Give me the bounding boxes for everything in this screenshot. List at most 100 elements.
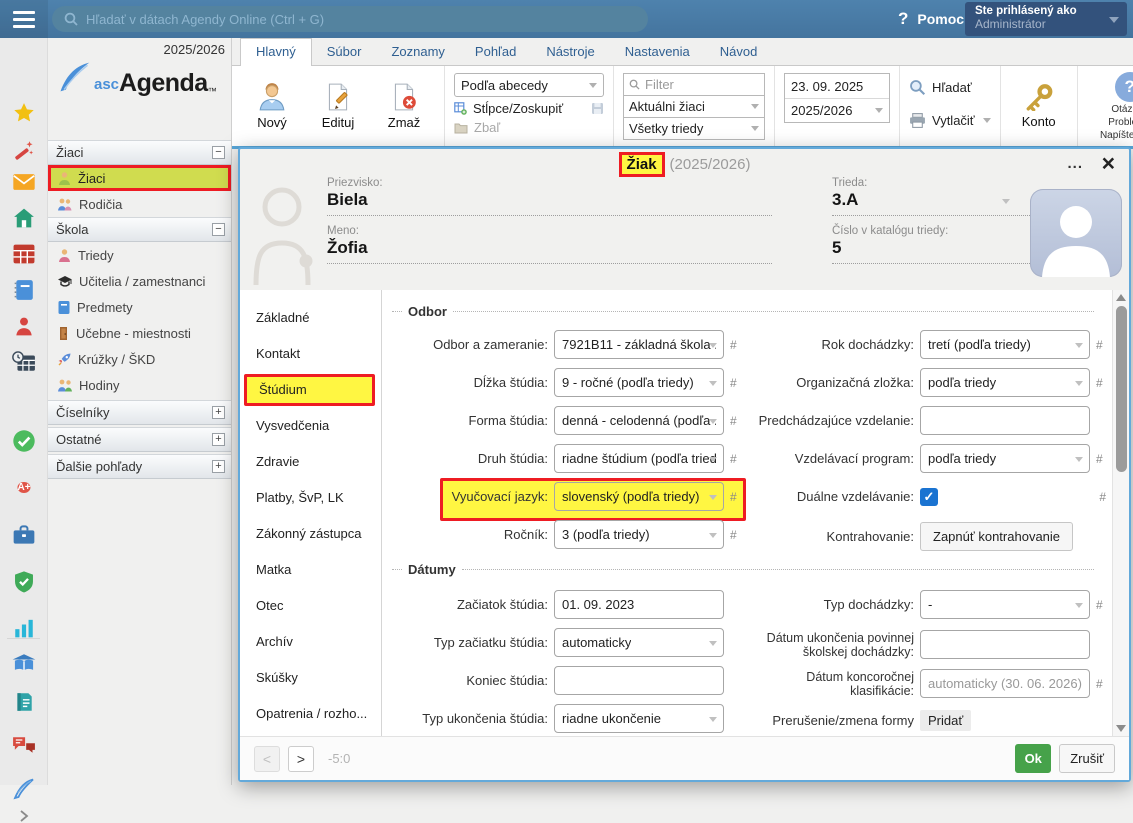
sidebar-item-predmety[interactable]: Predmety <box>48 294 231 320</box>
tab-studium[interactable]: Štúdium <box>244 374 375 406</box>
tree-group-ostatne[interactable]: Ostatné+ <box>48 427 231 452</box>
rocnik-select[interactable]: 3 (podľa triedy) <box>554 520 724 549</box>
global-search-input[interactable]: Hľadať v dátach Agendy Online (Ctrl + G) <box>52 6 648 32</box>
filter-input[interactable]: Filter <box>623 73 765 96</box>
messages-button[interactable] <box>13 173 36 191</box>
save-icon[interactable] <box>591 102 604 115</box>
home-button[interactable] <box>13 207 35 229</box>
odbor-a-zameranie-select[interactable]: 7921B11 - základná škola ... <box>554 330 724 359</box>
pridat-button[interactable]: Pridať <box>920 710 971 731</box>
menu-tab-navod[interactable]: Návod <box>705 39 773 65</box>
sidebar-item-triedy[interactable]: Triedy <box>48 242 231 268</box>
scroll-down-arrow[interactable] <box>1116 725 1126 732</box>
menu-tab-hlavny[interactable]: Hlavný <box>240 38 312 66</box>
typ-ukoncenia-studia-select[interactable]: riadne ukončenie <box>554 704 724 733</box>
menu-tab-nastroje[interactable]: Nástroje <box>531 39 609 65</box>
year-select[interactable]: 2025/2026 <box>785 98 889 122</box>
new-button[interactable]: Nový <box>241 71 303 141</box>
expand-toggle[interactable]: + <box>212 406 225 419</box>
print-button[interactable]: Vytlačiť <box>909 107 991 133</box>
datum-klasifikacie-input[interactable]: automaticky (30. 06. 2026) <box>920 669 1090 698</box>
previous-record-button[interactable]: < <box>254 746 280 772</box>
find-button[interactable]: Hľadať <box>909 74 991 100</box>
tab-platby[interactable]: Platby, ŠvP, LK <box>240 480 381 516</box>
datum-ukoncenia-povinnej-input[interactable] <box>920 630 1090 659</box>
vyucovaci-jazyk-select[interactable]: slovenský (podľa triedy) <box>554 482 724 511</box>
rok-dochadzky-select[interactable]: tretí (podľa triedy) <box>920 330 1090 359</box>
library-button[interactable]: › <box>12 653 37 673</box>
account-button[interactable]: Konto <box>1010 71 1068 141</box>
tab-skusky[interactable]: Skúšky <box>240 660 381 696</box>
menu-tab-zoznamy[interactable]: Zoznamy <box>376 39 459 65</box>
ok-button[interactable]: Ok <box>1015 744 1051 773</box>
sidebar-item-hodiny[interactable]: Hodiny <box>48 372 231 398</box>
sidebar-item-ucebne[interactable]: Učebne - miestnosti <box>48 320 231 346</box>
favorites-button[interactable] <box>13 102 35 124</box>
organizacna-zlozka-select[interactable]: podľa triedy <box>920 368 1090 397</box>
substitutions-button[interactable] <box>13 315 35 337</box>
tree-group-ziaci[interactable]: Žiaci− <box>48 140 231 165</box>
koniec-studia-input[interactable] <box>554 666 724 695</box>
collapse-toggle[interactable]: − <box>212 146 225 159</box>
scrollbar-thumb[interactable] <box>1116 306 1127 472</box>
sidebar-item-ziaci[interactable]: Žiaci <box>48 165 231 191</box>
gdpr-button[interactable] <box>14 571 35 594</box>
scroll-up-arrow[interactable] <box>1116 294 1126 301</box>
edit-button[interactable]: Edituj <box>307 71 369 141</box>
dialog-scrollbar[interactable] <box>1112 290 1129 736</box>
user-menu[interactable]: Ste prihlásený ako Administrátor <box>965 2 1127 36</box>
menu-tab-pohlad[interactable]: Pohľad <box>460 39 531 65</box>
plans-button[interactable] <box>12 351 36 373</box>
dialog-more-button[interactable]: ... <box>1067 155 1083 172</box>
menu-tab-subor[interactable]: Súbor <box>312 39 377 65</box>
attendance-button[interactable] <box>13 430 36 453</box>
next-record-button[interactable]: > <box>288 746 314 772</box>
dlzka-studia-select[interactable]: 9 - ročné (podľa triedy) <box>554 368 724 397</box>
typ-zaciatku-studia-select[interactable]: automaticky <box>554 628 724 657</box>
sidebar-item-ucitelia[interactable]: Učitelia / zamestnanci <box>48 268 231 294</box>
sidebar-item-kruzky[interactable]: Krúžky / ŠKD <box>48 346 231 372</box>
asc-pen-button[interactable] <box>12 777 36 801</box>
tree-group-dalsie-pohlady[interactable]: Ďalšie pohľady+ <box>48 454 231 479</box>
agenda-button[interactable] <box>13 525 36 546</box>
collapse-button[interactable]: Zbaľ <box>454 120 604 135</box>
help-button[interactable]: ? Pomoc <box>898 0 964 38</box>
communication-button[interactable]: › <box>12 736 36 756</box>
tab-kontakt[interactable]: Kontakt <box>240 336 381 372</box>
timetable-button[interactable] <box>13 244 35 264</box>
vzdelavaci-program-select[interactable]: podľa triedy <box>920 444 1090 473</box>
menu-tab-nastavenia[interactable]: Nastavenia <box>610 39 705 65</box>
kontrahovanie-button[interactable]: Zapnúť kontrahovanie <box>920 522 1073 551</box>
tree-group-skola[interactable]: Škola− <box>48 217 231 242</box>
collapse-toggle[interactable]: − <box>212 223 225 236</box>
gradebook-button[interactable] <box>14 279 34 301</box>
tab-zdravie[interactable]: Zdravie <box>240 444 381 480</box>
typ-dochadzky-select[interactable]: - <box>920 590 1090 619</box>
expand-toggle[interactable]: + <box>212 433 225 446</box>
rail-expand-button[interactable] <box>17 809 31 823</box>
classes-filter-select[interactable]: Všetky triedy <box>623 117 765 140</box>
surname-input[interactable]: Biela <box>327 190 772 216</box>
forma-studia-select[interactable]: denná - celodenná (podľa ... <box>554 406 724 435</box>
grades-button[interactable]: A+ <box>17 478 30 498</box>
expand-toggle[interactable]: + <box>212 460 225 473</box>
firstname-input[interactable]: Žofia <box>327 238 772 264</box>
sidebar-item-rodicia[interactable]: Rodičia <box>48 191 231 217</box>
tab-matka[interactable]: Matka <box>240 552 381 588</box>
date-input[interactable]: 23. 09. 2025 <box>785 74 889 98</box>
predchadzajuce-vzdelanie-input[interactable] <box>920 406 1090 435</box>
tab-zakonny-zastupca[interactable]: Zákonný zástupca <box>240 516 381 552</box>
tab-zakladne[interactable]: Základné <box>240 300 381 336</box>
columns-group-button[interactable]: Stĺpce/Zoskupiť <box>454 101 604 116</box>
wizard-button[interactable] <box>13 139 35 161</box>
tab-otec[interactable]: Otec <box>240 588 381 624</box>
student-photo[interactable] <box>1030 189 1122 277</box>
sort-select[interactable]: Podľa abecedy <box>454 73 604 97</box>
cancel-button[interactable]: Zrušiť <box>1059 744 1115 773</box>
close-icon[interactable]: × <box>1102 150 1115 177</box>
zaciatok-studia-input[interactable]: 01. 09. 2023 <box>554 590 724 619</box>
contact-support-button[interactable]: ? Otázky? Problém? Napíšte nám. <box>1087 71 1133 141</box>
dualne-vzdelavanie-checkbox[interactable]: ✓ <box>920 488 938 506</box>
tree-group-ciselniky[interactable]: Číselníky+ <box>48 400 231 425</box>
tab-opatrenia[interactable]: Opatrenia / rozho... <box>240 696 381 732</box>
